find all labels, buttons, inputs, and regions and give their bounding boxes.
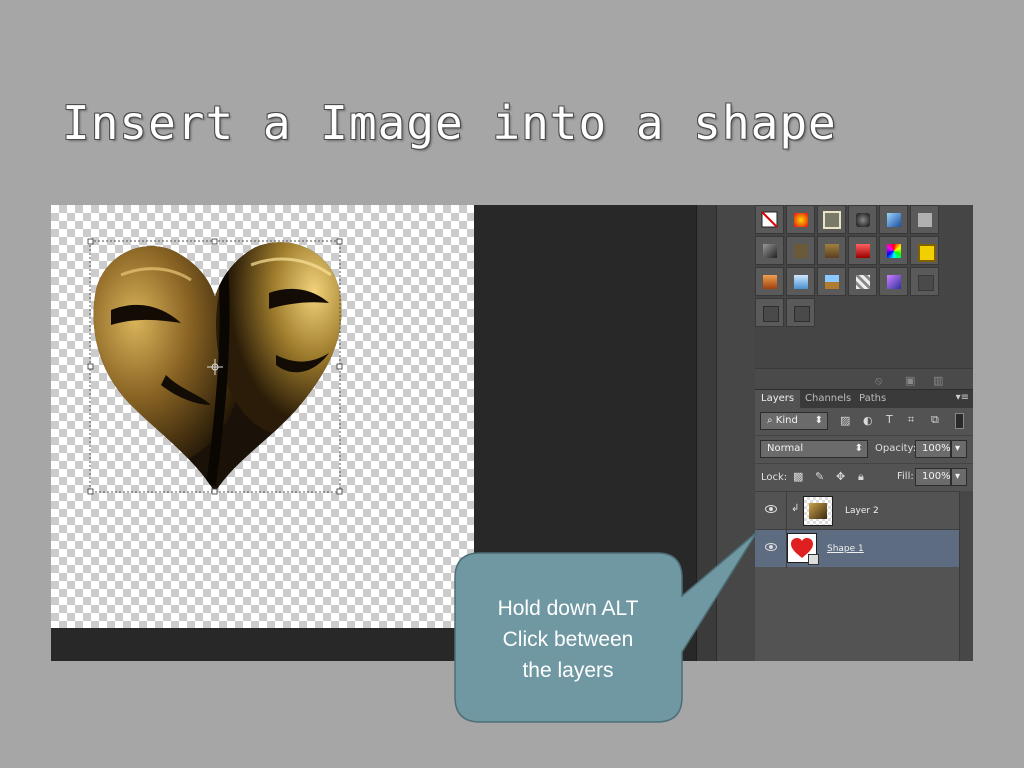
style-swatch[interactable] [786, 298, 815, 327]
opacity-label: Opacity: [875, 443, 917, 454]
filter-shape-icon[interactable]: ⌗ [908, 413, 914, 427]
lock-all-icon[interactable]: 🔒︎ [858, 470, 864, 484]
filter-smart-object-icon[interactable]: ⧉ [931, 413, 939, 427]
blend-row: Normal ⬍ Opacity: 100% ▾ [755, 435, 973, 464]
lock-image-icon[interactable]: ✎ [815, 470, 824, 483]
filter-kind-select[interactable]: ⌕ Kind ⬍ [760, 412, 828, 430]
layer-filter-row: ⌕ Kind ⬍ ▨ ◐ T ⌗ ⧉ [755, 407, 973, 435]
callout-text: Hold down ALT Click between the layers [456, 593, 680, 686]
styles-panel-footer: ⦸ ▣ ▥ [755, 368, 973, 389]
filter-pixel-icon[interactable]: ▨ [840, 414, 850, 427]
panels-column: ⦸ ▣ ▥ Layers Channels Paths ▾≡ ⌕ Kind ⬍ … [755, 205, 973, 661]
heart-masked-image [87, 238, 343, 495]
status-bar [51, 628, 474, 661]
opacity-input[interactable]: 100% [915, 440, 951, 458]
style-swatch[interactable] [910, 267, 939, 296]
blend-mode-select[interactable]: Normal ⬍ [760, 440, 868, 458]
style-swatch[interactable] [879, 205, 908, 234]
style-swatch[interactable] [817, 236, 846, 265]
callout-line-2: Click between [502, 628, 634, 651]
tab-channels[interactable]: Channels [799, 390, 857, 408]
filter-adjustment-icon[interactable]: ◐ [863, 414, 873, 427]
tab-paths[interactable]: Paths [853, 390, 892, 408]
style-swatch-none[interactable] [755, 205, 784, 234]
layer-name[interactable]: Layer 2 [845, 506, 879, 516]
style-swatch[interactable] [879, 236, 908, 265]
style-swatch[interactable] [848, 205, 877, 234]
trash-icon[interactable]: ▥ [933, 374, 943, 387]
layer-row-shape-1[interactable]: Shape 1 [755, 529, 959, 568]
style-swatch[interactable] [879, 267, 908, 296]
fill-input[interactable]: 100% [915, 468, 951, 486]
style-swatch[interactable] [817, 205, 846, 234]
vector-mask-badge [808, 554, 819, 565]
lock-position-icon[interactable]: ✥ [836, 470, 845, 483]
style-swatch[interactable] [755, 267, 784, 296]
style-swatch[interactable] [817, 267, 846, 296]
document-canvas[interactable] [51, 205, 474, 628]
filter-type-icon[interactable]: T [886, 413, 893, 426]
callout-line-3: the layers [522, 659, 614, 682]
style-swatch[interactable] [910, 205, 939, 234]
styles-panel [755, 205, 973, 368]
filter-kind-label: Kind [775, 415, 798, 426]
fill-dropdown-button[interactable]: ▾ [951, 468, 967, 486]
lock-label: Lock: [761, 472, 788, 483]
shape-thumbnail[interactable] [787, 533, 819, 565]
layers-panel-tabs: Layers Channels Paths ▾≡ [755, 389, 973, 408]
vertical-scrollbar[interactable] [696, 205, 717, 661]
clear-style-icon[interactable]: ⦸ [875, 374, 882, 388]
dropdown-arrows-icon: ⬍ [814, 415, 823, 426]
tab-layers[interactable]: Layers [755, 390, 801, 408]
filter-toggle[interactable] [955, 413, 964, 429]
panel-dock-gutter [716, 205, 756, 661]
blend-mode-value: Normal [767, 443, 804, 454]
panel-menu-icon[interactable]: ▾≡ [956, 392, 969, 403]
new-style-icon[interactable]: ▣ [905, 374, 915, 387]
style-swatch[interactable] [910, 236, 939, 265]
layer-row-layer-2[interactable]: ↲ Layer 2 [755, 491, 959, 530]
clipping-arrow-icon: ↲ [791, 503, 800, 514]
style-swatch[interactable] [848, 236, 877, 265]
lock-transparent-icon[interactable]: ▩ [793, 470, 803, 483]
style-swatch[interactable] [786, 236, 815, 265]
layer-name[interactable]: Shape 1 [827, 544, 864, 554]
no-style-icon [761, 211, 778, 228]
eye-icon[interactable] [765, 543, 777, 551]
style-swatch[interactable] [786, 205, 815, 234]
lock-row: Lock: ▩ ✎ ✥ 🔒︎ Fill: 100% ▾ [755, 463, 973, 492]
callout-line-1: Hold down ALT [497, 597, 639, 620]
eye-icon[interactable] [765, 505, 777, 513]
style-swatch[interactable] [755, 236, 784, 265]
style-swatch[interactable] [786, 267, 815, 296]
style-swatch[interactable] [755, 298, 784, 327]
opacity-dropdown-button[interactable]: ▾ [951, 440, 967, 458]
dropdown-arrows-icon: ⬍ [854, 443, 863, 454]
slide-title: Insert a Image into a shape [62, 96, 837, 150]
style-swatch[interactable] [848, 267, 877, 296]
layers-scrollbar[interactable] [959, 491, 973, 661]
layer-thumbnail[interactable] [803, 496, 833, 526]
search-icon: ⌕ [767, 415, 773, 426]
fill-label: Fill: [897, 471, 914, 482]
